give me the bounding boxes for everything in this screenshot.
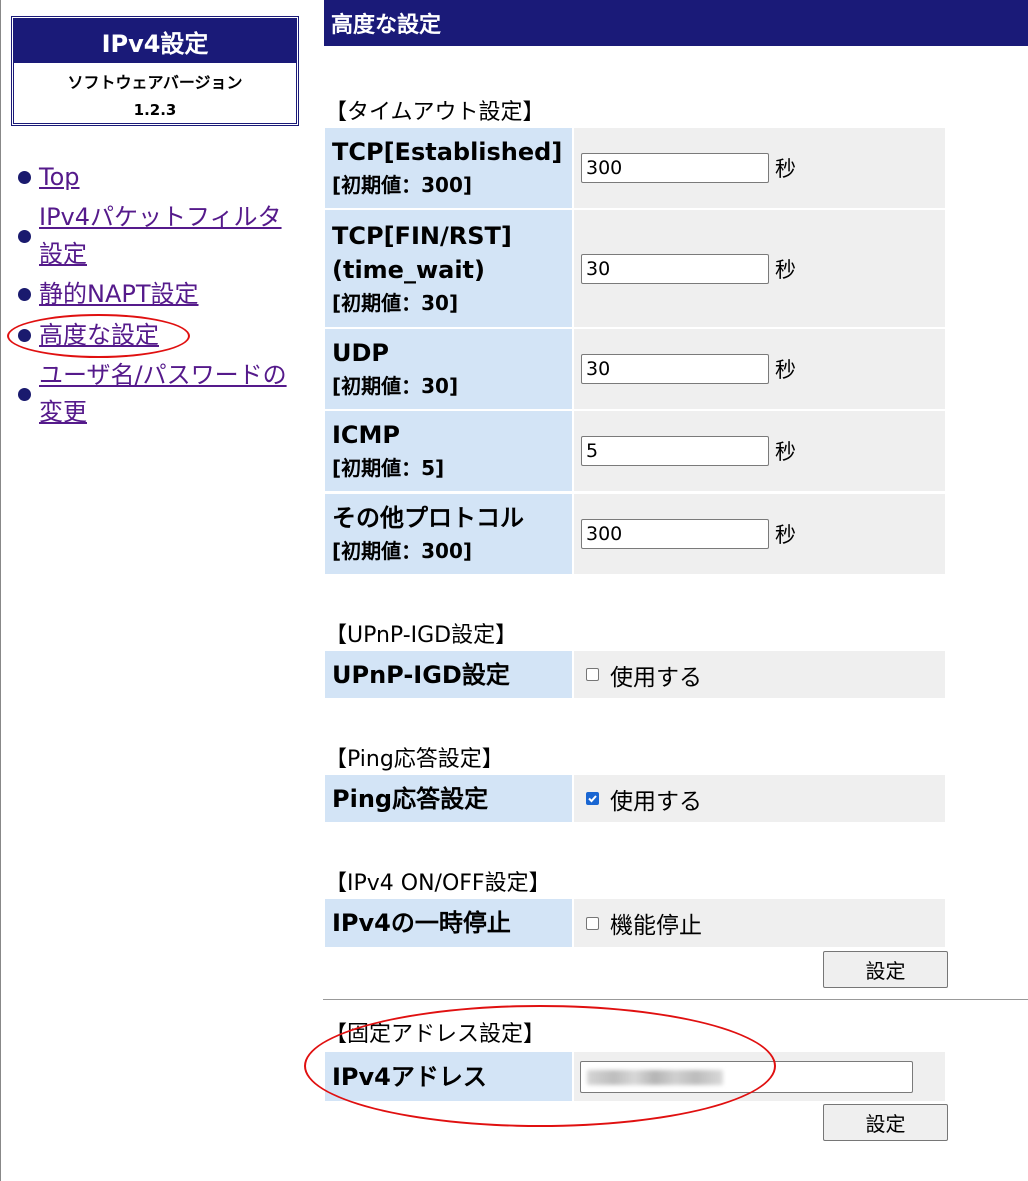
row-label: その他プロトコル [初期値：300]: [325, 494, 572, 574]
nav-link-packet-filter[interactable]: IPv4パケットフィルタ 設定: [39, 199, 282, 273]
sidebar: IPv4設定 ソフトウェアバージョン 1.2.3 Top IPv4パケットフィル…: [0, 0, 312, 1181]
ipv4-address-input[interactable]: [580, 1060, 913, 1093]
row-value: 秒: [574, 411, 945, 491]
tcp-established-input[interactable]: [581, 153, 769, 183]
row-default-text: [初期値：5]: [332, 456, 445, 480]
row-other-protocol: その他プロトコル [初期値：300] 秒: [325, 494, 945, 574]
row-value: 秒: [574, 128, 945, 208]
unit-label: 秒: [775, 440, 796, 464]
divider: [323, 999, 1028, 1000]
row-ipv4-address: IPv4アドレス: [325, 1052, 945, 1101]
bullet-icon: [18, 387, 31, 401]
nav-link-advanced[interactable]: 高度な設定: [39, 317, 159, 354]
row-label: Ping応答設定: [325, 775, 572, 822]
nav-item-top: Top: [18, 159, 308, 196]
row-label: TCP[FIN/RST] (time_wait) [初期値：30]: [325, 210, 572, 327]
udp-input[interactable]: [581, 354, 769, 384]
bullet-icon: [18, 288, 31, 301]
section-title-upnp: 【UPnP-IGD設定】: [325, 623, 518, 648]
row-value: 秒: [574, 329, 945, 409]
other-protocol-input[interactable]: [581, 519, 769, 549]
page-title: 高度な設定: [324, 0, 1028, 46]
upnp-checkbox[interactable]: [586, 668, 599, 681]
tcp-fin-rst-input[interactable]: [581, 253, 769, 284]
nav-link-line: IPv4パケットフィルタ: [39, 203, 282, 231]
nav-link-line: ユーザ名/パスワードの: [39, 361, 287, 389]
ping-checkbox-label: 使用する: [610, 788, 702, 815]
row-label: UPnP-IGD設定: [325, 651, 572, 698]
row-tcp-fin-rst: TCP[FIN/RST] (time_wait) [初期値：30] 秒: [325, 210, 945, 327]
check-icon: [588, 795, 597, 803]
bullet-icon: [18, 171, 31, 184]
row-ipv4-pause: IPv4の一時停止 機能停止: [325, 899, 945, 947]
row-udp: UDP [初期値：30] 秒: [325, 329, 945, 409]
bullet-icon: [18, 329, 31, 342]
ping-checkbox[interactable]: [586, 792, 599, 805]
sidebar-title: IPv4設定: [14, 19, 296, 63]
section-title-fixed-address: 【固定アドレス設定】: [325, 1022, 546, 1047]
row-label-text: TCP[FIN/RST]: [332, 221, 512, 250]
row-tcp-established: TCP[Established] [初期値：300] 秒: [325, 128, 945, 208]
section-title-ipv4-onoff: 【IPv4 ON/OFF設定】: [325, 871, 551, 896]
settings-submit-button[interactable]: 設定: [823, 951, 948, 988]
row-value: [574, 1052, 945, 1101]
row-upnp: UPnP-IGD設定 使用する: [325, 651, 945, 698]
ipv4-pause-checkbox[interactable]: [586, 916, 599, 930]
version-label: ソフトウェアバージョン: [67, 73, 243, 92]
redacted-address: [587, 1069, 723, 1085]
row-value: 使用する: [574, 775, 945, 822]
row-label-text: (time_wait): [332, 255, 485, 284]
upnp-checkbox-label: 使用する: [610, 664, 702, 691]
row-icmp: ICMP [初期値：5] 秒: [325, 411, 945, 491]
nav-item-user-password: ユーザ名/パスワードの 変更: [18, 357, 308, 431]
row-default-text: [初期値：300]: [332, 173, 473, 197]
row-default-text: [初期値：30]: [332, 290, 459, 315]
row-label-text: TCP[Established]: [332, 138, 563, 166]
row-default-text: [初期値：30]: [332, 374, 459, 398]
nav-link-line: 設定: [39, 240, 87, 268]
row-label-text: その他プロトコル: [332, 504, 524, 532]
row-label: TCP[Established] [初期値：300]: [325, 128, 572, 208]
nav-item-packet-filter: IPv4パケットフィルタ 設定: [18, 199, 308, 273]
bullet-icon: [18, 229, 31, 243]
row-value: 機能停止: [574, 899, 945, 947]
address-submit-button[interactable]: 設定: [823, 1104, 948, 1141]
nav-link-line: 変更: [39, 398, 87, 426]
section-title-timeout: 【タイムアウト設定】: [325, 100, 545, 125]
row-label: IPv4アドレス: [325, 1052, 572, 1101]
nav-link-static-napt[interactable]: 静的NAPT設定: [39, 276, 199, 313]
section-title-ping: 【Ping応答設定】: [325, 747, 504, 772]
row-label: UDP [初期値：30]: [325, 329, 572, 409]
row-label: IPv4の一時停止: [325, 899, 572, 947]
info-box: IPv4設定 ソフトウェアバージョン 1.2.3: [11, 16, 299, 126]
row-value: 秒: [574, 494, 945, 574]
nav-item-advanced: 高度な設定: [18, 317, 308, 354]
ipv4-pause-checkbox-label: 機能停止: [610, 913, 702, 939]
row-ping: Ping応答設定 使用する: [325, 775, 945, 822]
nav-item-static-napt: 静的NAPT設定: [18, 276, 308, 313]
row-label-text: UDP: [332, 339, 389, 367]
row-label-text: ICMP: [332, 421, 401, 449]
row-value: 秒: [574, 210, 945, 327]
unit-label: 秒: [775, 257, 796, 282]
unit-label: 秒: [775, 523, 796, 547]
nav-link-top[interactable]: Top: [39, 159, 80, 196]
nav-link-user-password[interactable]: ユーザ名/パスワードの 変更: [39, 357, 287, 431]
row-value: 使用する: [574, 651, 945, 698]
unit-label: 秒: [775, 157, 796, 181]
row-label: ICMP [初期値：5]: [325, 411, 572, 491]
version-value: 1.2.3: [133, 101, 177, 119]
row-default-text: [初期値：300]: [332, 539, 473, 563]
icmp-input[interactable]: [581, 436, 769, 466]
unit-label: 秒: [775, 358, 796, 382]
